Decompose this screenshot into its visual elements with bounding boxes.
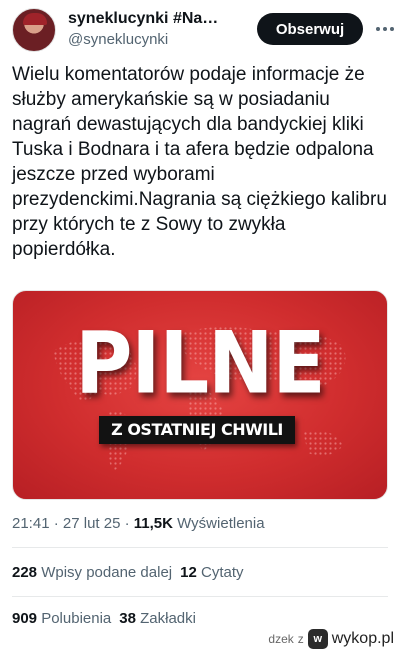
watermark-prep: z <box>297 632 304 646</box>
tweet-meta: 21:41 · 27 lut 25 · 11,5K Wyświetlenia <box>12 515 265 532</box>
quotes-count: 12 <box>180 564 197 581</box>
author-display-name[interactable]: syneklucynki #Na… <box>68 9 228 29</box>
divider <box>12 547 388 548</box>
likes-label: Polubienia <box>41 610 112 627</box>
tweet-date[interactable]: 27 lut 25 <box>63 515 121 532</box>
avatar-hat-shape <box>23 13 47 25</box>
views-count: 11,5K <box>133 515 173 532</box>
tweet-header: syneklucynki #Na… @syneklucynki Obserwuj <box>12 8 394 52</box>
avatar[interactable] <box>12 8 56 52</box>
tweet-media-image[interactable]: PILNE Z OSTATNIEJ CHWILI <box>12 290 388 500</box>
author-names[interactable]: syneklucynki #Na… @syneklucynki <box>68 9 228 50</box>
tweet-time[interactable]: 21:41 <box>12 515 50 532</box>
tweet-text: Wielu komentatorów podaje informacje że … <box>12 64 387 260</box>
follow-button[interactable]: Obserwuj <box>257 13 363 45</box>
bookmarks-label: Zakładki <box>140 610 196 627</box>
author-handle[interactable]: @syneklucynki <box>68 30 228 50</box>
media-headline: PILNE <box>75 314 325 414</box>
more-options-icon[interactable] <box>372 14 398 44</box>
likes-count: 909 <box>12 610 38 627</box>
reposts-count: 228 <box>12 564 38 581</box>
watermark-user: dzek <box>268 632 294 646</box>
reposts-link[interactable]: 228 Wpisy podane dalej <box>12 564 172 581</box>
engagement-row-reposts: 228 Wpisy podane dalej 12 Cytaty <box>12 564 244 581</box>
likes-link[interactable]: 909 Polubienia <box>12 610 111 627</box>
quotes-label: Cytaty <box>200 564 244 581</box>
bookmarks-count: 38 <box>119 610 136 627</box>
media-banner: Z OSTATNIEJ CHWILI <box>99 416 295 444</box>
reposts-label: Wpisy podane dalej <box>41 564 173 581</box>
divider <box>12 596 388 597</box>
wykop-watermark: dzek z w wykop.pl <box>268 628 394 650</box>
quotes-link[interactable]: 12 Cytaty <box>180 564 243 581</box>
watermark-site: wykop.pl <box>331 630 394 647</box>
views-label: Wyświetlenia <box>177 515 265 532</box>
engagement-row-likes: 909 Polubienia 38 Zakładki <box>12 610 196 627</box>
wykop-logo-icon: w <box>307 629 328 649</box>
meta-separator: · <box>49 515 63 532</box>
meta-separator: · <box>120 515 134 532</box>
bookmarks-link[interactable]: 38 Zakładki <box>119 610 196 627</box>
